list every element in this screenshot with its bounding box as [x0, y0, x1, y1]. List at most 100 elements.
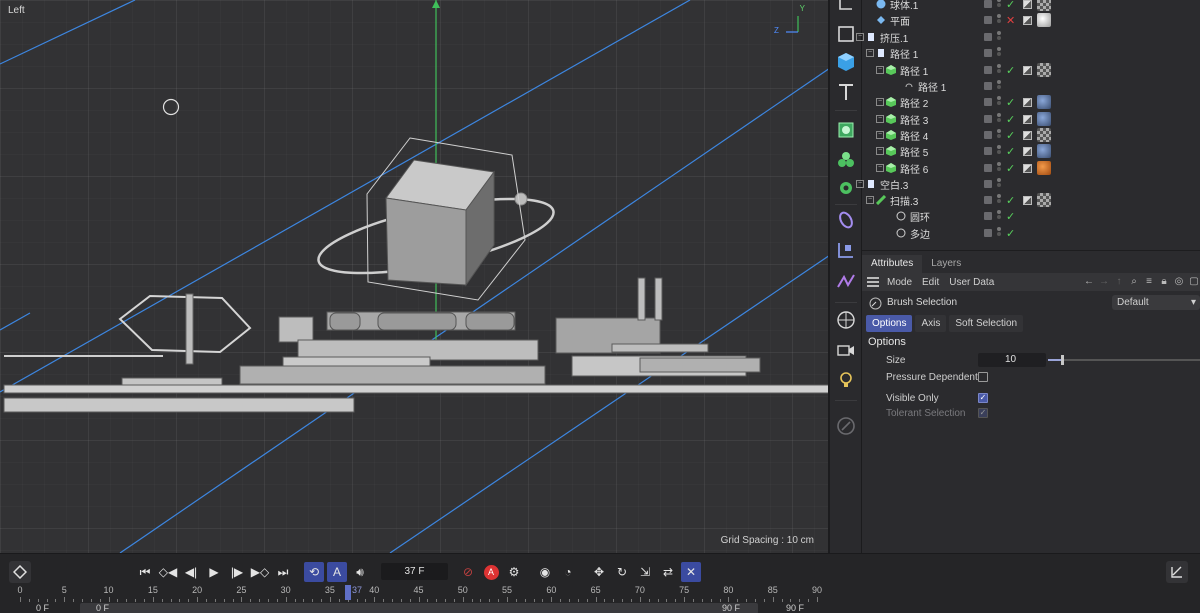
viewport-left[interactable]: Left Y Z Grid Spacing : 10 cm: [0, 0, 830, 553]
expand-toggle-icon[interactable]: −: [876, 98, 884, 106]
subtab-options[interactable]: Options: [866, 315, 913, 332]
object-row[interactable]: − 路径 6 ✓: [862, 160, 1200, 176]
object-row[interactable]: 路径 1: [862, 78, 1200, 94]
layer-color-swatch[interactable]: [984, 66, 992, 74]
object-name[interactable]: 球体.1: [890, 0, 918, 12]
hamburger-menu-icon[interactable]: [867, 277, 879, 287]
layer-color-swatch[interactable]: [984, 180, 992, 188]
size-field[interactable]: 10: [978, 353, 1046, 367]
menu-edit[interactable]: Edit: [922, 277, 939, 288]
object-name[interactable]: 圆环: [910, 209, 930, 224]
previous-frame-icon[interactable]: ◀|: [181, 562, 201, 582]
spline-rectangle-icon[interactable]: [834, 22, 858, 46]
object-name[interactable]: 路径 1: [890, 46, 918, 61]
move-key-icon[interactable]: ✥: [589, 562, 609, 582]
expand-toggle-icon[interactable]: −: [876, 147, 884, 155]
keyframe-diamond-button[interactable]: [9, 561, 31, 583]
enabled-check-icon[interactable]: ✓: [1006, 194, 1015, 207]
visibility-dots[interactable]: [997, 145, 1001, 157]
material-tag-icon[interactable]: [1037, 13, 1051, 27]
preview-end-field[interactable]: 90 F: [722, 603, 740, 613]
go-to-start-icon[interactable]: ⏮︎: [135, 562, 155, 582]
phong-tag-icon[interactable]: [1023, 130, 1032, 140]
object-row[interactable]: 多边 ✓: [862, 225, 1200, 241]
tab-attributes[interactable]: Attributes: [862, 255, 923, 273]
timeline-corner-graph-icon[interactable]: [1166, 561, 1188, 583]
loop-icon[interactable]: ⟲: [304, 562, 324, 582]
text-spline-icon[interactable]: [834, 80, 858, 104]
object-row[interactable]: 平面 ✕: [862, 12, 1200, 28]
enabled-check-icon[interactable]: ✓: [1006, 227, 1015, 240]
filter-icon[interactable]: ≡: [1143, 276, 1155, 288]
visibility-dots[interactable]: [997, 0, 1001, 10]
layer-color-swatch[interactable]: [984, 229, 992, 237]
visibility-dots[interactable]: [997, 64, 1001, 76]
previous-key-icon[interactable]: ◇◀: [158, 562, 178, 582]
object-name[interactable]: 路径 2: [900, 95, 928, 110]
size-slider[interactable]: [1048, 355, 1200, 365]
expand-toggle-icon[interactable]: −: [876, 164, 884, 172]
subtab-soft-selection[interactable]: Soft Selection: [949, 315, 1024, 332]
phong-tag-icon[interactable]: [1023, 97, 1032, 107]
phong-tag-icon[interactable]: [1023, 0, 1032, 9]
up-arrow-icon[interactable]: ↑: [1113, 276, 1125, 288]
spline-wrap-icon[interactable]: [834, 270, 858, 294]
object-name[interactable]: 路径 6: [900, 161, 928, 176]
object-name[interactable]: 空白.3: [880, 177, 908, 192]
phong-tag-icon[interactable]: [1023, 114, 1032, 124]
subtab-axis[interactable]: Axis: [915, 315, 947, 332]
visibility-dots[interactable]: [997, 47, 1001, 59]
expand-toggle-icon[interactable]: −: [866, 196, 874, 204]
enabled-check-icon[interactable]: ✓: [1006, 113, 1015, 126]
enabled-check-icon[interactable]: ✓: [1006, 145, 1015, 158]
object-name[interactable]: 路径 1: [900, 63, 928, 78]
effector-icon[interactable]: [834, 208, 858, 232]
visibility-dots[interactable]: [997, 178, 1001, 190]
disabled-x-icon[interactable]: ✕: [1006, 14, 1015, 27]
object-name[interactable]: 多边: [910, 226, 930, 241]
visibility-dots[interactable]: [997, 162, 1001, 174]
cube-primitive-icon[interactable]: [834, 50, 858, 74]
visible-only-checkbox[interactable]: ✓: [978, 393, 988, 403]
enabled-check-icon[interactable]: ✓: [1006, 129, 1015, 142]
layer-color-swatch[interactable]: [984, 212, 992, 220]
expand-toggle-icon[interactable]: −: [876, 66, 884, 74]
enabled-check-icon[interactable]: ✓: [1006, 0, 1015, 11]
current-frame-field[interactable]: 37 F: [381, 563, 448, 580]
layer-color-swatch[interactable]: [984, 164, 992, 172]
search-icon[interactable]: ⌕: [1128, 276, 1140, 288]
back-arrow-icon[interactable]: ←: [1083, 276, 1095, 288]
expand-toggle-icon[interactable]: −: [876, 115, 884, 123]
visibility-dots[interactable]: [997, 194, 1001, 206]
visibility-dots[interactable]: [997, 113, 1001, 125]
object-name[interactable]: 路径 5: [900, 144, 928, 159]
material-tag-icon[interactable]: [1037, 161, 1051, 175]
scrub-dial-icon[interactable]: ◔: [558, 562, 578, 582]
expand-toggle-icon[interactable]: −: [876, 131, 884, 139]
phong-tag-icon[interactable]: [1023, 146, 1032, 156]
preset-dropdown[interactable]: Default ▾: [1112, 295, 1200, 310]
visibility-dots[interactable]: [997, 210, 1001, 222]
object-row[interactable]: 球体.1 ✓: [862, 0, 1200, 12]
tab-layers[interactable]: Layers: [922, 255, 970, 273]
material-tag-icon[interactable]: [1037, 95, 1051, 109]
phong-tag-icon[interactable]: [1023, 163, 1032, 173]
menu-mode[interactable]: Mode: [887, 277, 912, 288]
keyframe-settings-gear-icon[interactable]: ⚙︎: [504, 562, 524, 582]
object-name[interactable]: 挤压.1: [880, 30, 908, 45]
layer-color-swatch[interactable]: [984, 147, 992, 155]
material-tag-icon[interactable]: [1037, 0, 1051, 11]
phong-tag-icon[interactable]: [1023, 15, 1032, 25]
object-row[interactable]: − 空白.3: [856, 176, 1200, 192]
rotate-key-icon[interactable]: ↻: [612, 562, 632, 582]
autokey-record-icon[interactable]: A: [481, 562, 501, 582]
light-bulb-icon[interactable]: [834, 368, 858, 392]
parameter-key-icon[interactable]: ⇄: [658, 562, 678, 582]
object-row[interactable]: − 路径 3 ✓: [862, 111, 1200, 127]
material-tag-icon[interactable]: [1037, 63, 1051, 77]
field-icon[interactable]: [834, 238, 858, 262]
target-icon[interactable]: ◎: [1173, 276, 1185, 288]
sound-icon[interactable]: 🔊︎: [350, 562, 370, 582]
tolerant-selection-checkbox[interactable]: ✓: [978, 408, 988, 418]
environment-globe-icon[interactable]: [834, 308, 858, 332]
